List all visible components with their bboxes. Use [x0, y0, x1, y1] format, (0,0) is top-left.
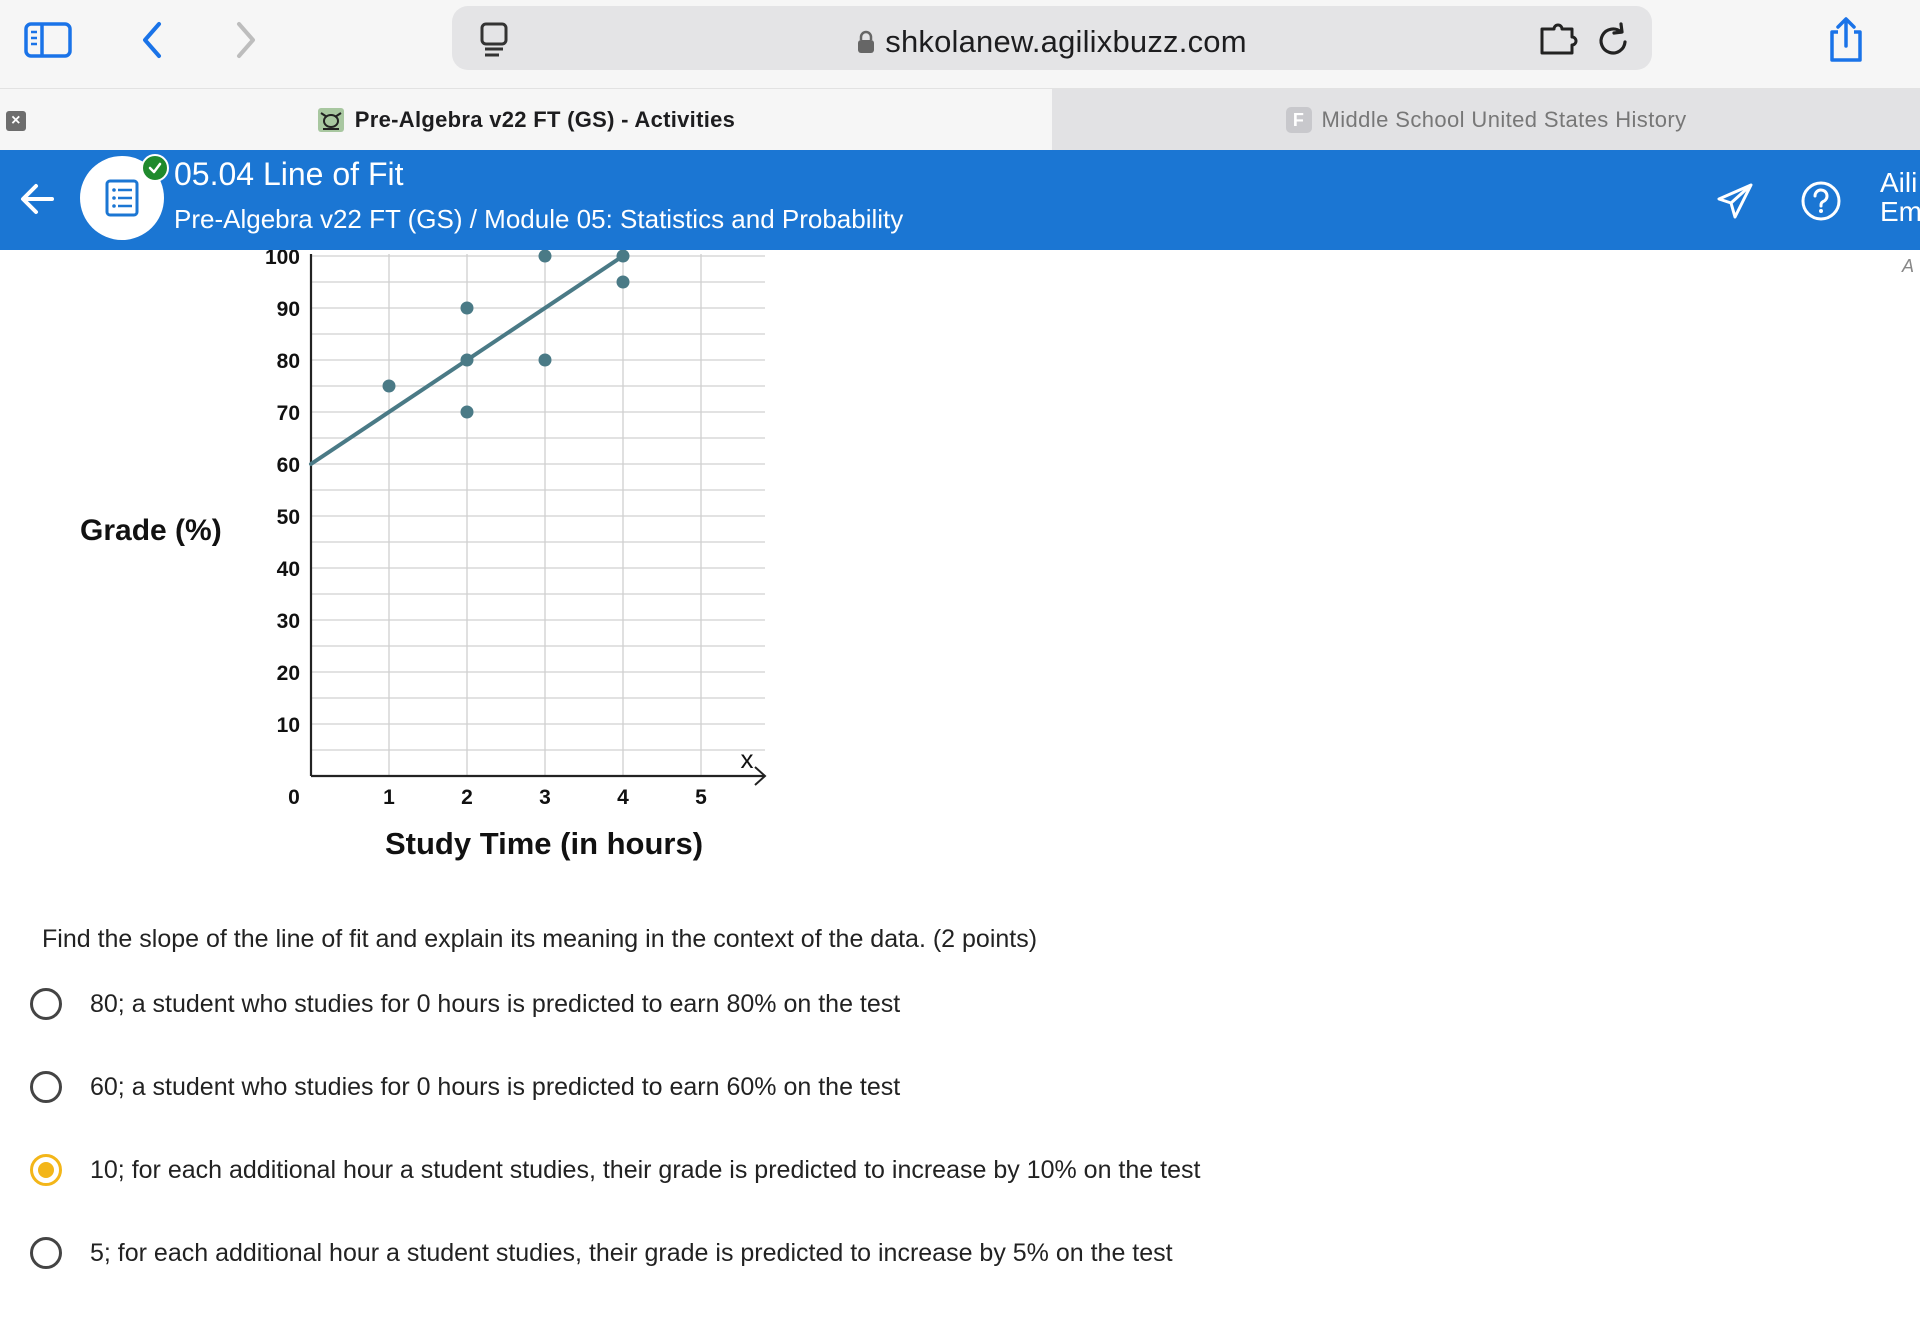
data-point	[460, 353, 474, 367]
y-axis-title: Grade (%)	[80, 514, 222, 547]
back-arrow-icon[interactable]	[18, 176, 58, 222]
lock-icon	[857, 26, 875, 62]
y-tick-label: 100	[265, 250, 300, 269]
y-tick-label: 80	[277, 350, 300, 373]
scatter-plot: x 10 20 30 40 50 60 70 80 90 100 0 1 2 3 4 5	[265, 250, 767, 809]
y-tick-label: 70	[277, 402, 300, 425]
tab-title: Middle School United States History	[1321, 107, 1687, 132]
x-tick-label: 3	[539, 786, 551, 809]
data-point	[382, 379, 396, 393]
data-point	[460, 405, 474, 419]
answer-option[interactable]: 80; a student who studies for 0 hours is…	[30, 982, 900, 1026]
user-name-line2: Em	[1880, 196, 1920, 227]
tab-title: Pre-Algebra v22 FT (GS) - Activities	[354, 107, 736, 132]
browser-toolbar: shkolanew.agilixbuzz.com	[0, 0, 1920, 88]
tab-pre-algebra[interactable]: × Pre-Algebra v22 FT (GS) - Activities	[0, 89, 1052, 151]
answer-option-text: 10; for each additional hour a student s…	[90, 1155, 1201, 1184]
data-point	[616, 250, 630, 263]
answer-option[interactable]: 5; for each additional hour a student st…	[30, 1231, 1173, 1275]
x-tick-label: 5	[695, 786, 707, 809]
page-title: 05.04 Line of Fit	[174, 156, 404, 192]
y-tick-label: 30	[277, 610, 300, 633]
radio-button[interactable]	[30, 1154, 62, 1186]
extension-icon[interactable]	[1538, 20, 1578, 60]
radio-button[interactable]	[30, 1071, 62, 1103]
answer-option[interactable]: 10; for each additional hour a student s…	[30, 1148, 1200, 1192]
tab-us-history[interactable]: F Middle School United States History	[1052, 89, 1920, 151]
reload-icon[interactable]	[1594, 20, 1634, 60]
radio-button[interactable]	[30, 1237, 62, 1269]
breadcrumb[interactable]: Pre-Algebra v22 FT (GS) / Module 05: Sta…	[174, 204, 903, 235]
x-axis-title: Study Time (in hours)	[385, 826, 704, 861]
forward-icon[interactable]	[218, 12, 274, 68]
completed-check-icon	[141, 154, 169, 182]
x-tick-label: 1	[383, 786, 395, 809]
y-tick-label: 60	[277, 454, 300, 477]
tab-favicon-icon: F	[1285, 107, 1312, 133]
tab-favicon-icon	[317, 107, 345, 133]
share-icon[interactable]	[1818, 12, 1874, 68]
answer-option-text: 5; for each additional hour a student st…	[90, 1238, 1173, 1267]
answer-option[interactable]: 60; a student who studies for 0 hours is…	[30, 1065, 900, 1109]
x-axis-letter: x	[741, 744, 754, 774]
x-tick-label: 2	[461, 786, 473, 809]
y-tick-label: 10	[277, 714, 300, 737]
back-icon[interactable]	[124, 12, 180, 68]
side-panel-label: A	[1902, 256, 1915, 276]
help-icon[interactable]	[1798, 178, 1844, 224]
answer-option-text: 80; a student who studies for 0 hours is…	[90, 989, 901, 1018]
user-name[interactable]: Aili Em	[1880, 168, 1920, 226]
data-point	[538, 250, 552, 263]
sidebar-icon[interactable]	[20, 12, 76, 68]
data-point	[460, 301, 474, 315]
tab-strip: × Pre-Algebra v22 FT (GS) - Activities F…	[0, 88, 1920, 151]
user-name-line1: Aili	[1880, 167, 1918, 198]
radio-button[interactable]	[30, 988, 62, 1020]
y-tick-label: 20	[277, 662, 300, 685]
x-tick-label: 0	[288, 786, 300, 809]
y-tick-label: 50	[277, 506, 300, 529]
x-tick-label: 4	[617, 786, 629, 809]
url-text: shkolanew.agilixbuzz.com	[885, 24, 1247, 59]
question-prompt: Find the slope of the line of fit and ex…	[42, 925, 1038, 953]
data-point	[616, 275, 630, 289]
data-point	[538, 353, 552, 367]
answer-option-text: 60; a student who studies for 0 hours is…	[90, 1072, 901, 1101]
activity-header: 05.04 Line of Fit Pre-Algebra v22 FT (GS…	[0, 150, 1920, 250]
send-icon[interactable]	[1712, 178, 1758, 224]
address-bar[interactable]: shkolanew.agilixbuzz.com	[452, 6, 1652, 70]
close-tab-icon[interactable]: ×	[6, 111, 26, 131]
y-tick-label: 40	[277, 558, 300, 581]
y-tick-label: 90	[277, 298, 300, 321]
